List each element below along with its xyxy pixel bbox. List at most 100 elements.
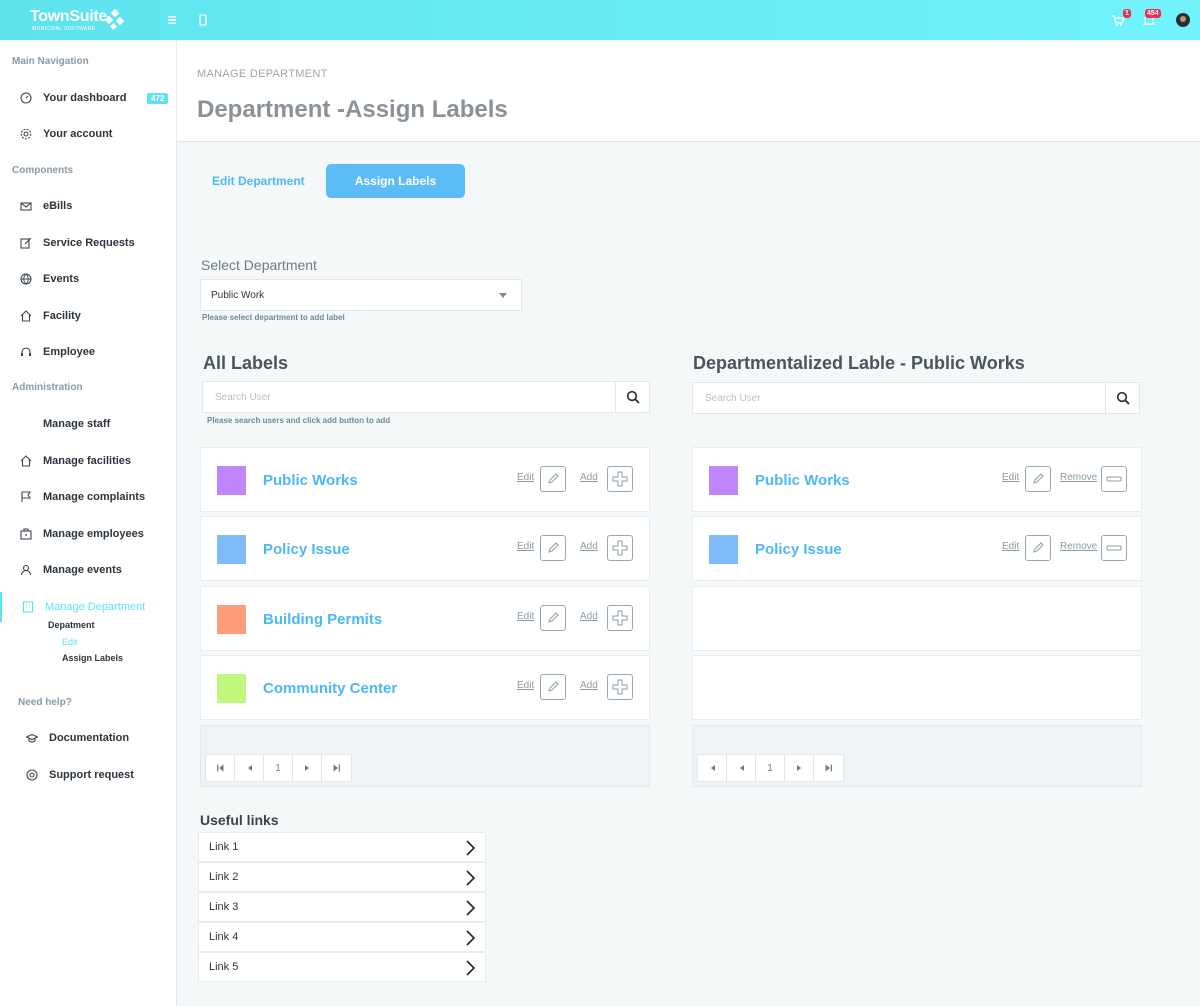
label-card: Policy Issue Edit Remove — [692, 516, 1142, 581]
sidebar-item-label: Manage events — [43, 564, 122, 576]
sidebar-item-label: Manage facilities — [43, 455, 132, 467]
sidebar-item-manage-events[interactable]: Manage events — [0, 555, 176, 585]
sidebar-subitem-edit[interactable]: Edit — [62, 637, 78, 647]
search-placeholder: Search User — [705, 393, 761, 404]
first-page-icon[interactable] — [698, 755, 727, 781]
home-icon — [20, 310, 32, 322]
sidebar-item-account[interactable]: Your account — [0, 119, 176, 149]
sidebar-item-label: Your dashboard — [43, 92, 127, 104]
empty-list-slot — [692, 586, 1142, 651]
edit-link[interactable]: Edit — [517, 541, 534, 552]
prev-page-icon[interactable] — [727, 755, 756, 781]
sidebar-item-dashboard[interactable]: Your dashboard 472 — [0, 83, 176, 113]
useful-link-row[interactable]: Link 1 — [198, 832, 486, 862]
empty-list-slot — [692, 655, 1142, 720]
add-link[interactable]: Add — [580, 541, 598, 552]
pencil-icon[interactable] — [540, 674, 566, 700]
edit-link[interactable]: Edit — [517, 680, 534, 691]
minus-icon[interactable] — [1101, 535, 1127, 561]
section-main-navigation: Main Navigation — [12, 56, 89, 67]
edit-link[interactable]: Edit — [517, 472, 534, 483]
next-page-icon[interactable] — [293, 755, 322, 781]
all-labels-search-input[interactable]: Search User — [202, 381, 650, 413]
user-avatar[interactable] — [1176, 13, 1190, 27]
page-number[interactable]: 1 — [264, 755, 293, 781]
sidebar-item-manage-department[interactable]: Manage Department — [0, 592, 176, 622]
useful-link-row[interactable]: Link 2 — [198, 862, 486, 892]
sidebar-item-manage-employees[interactable]: Manage employees — [0, 519, 176, 549]
tab-assign-labels[interactable]: Assign Labels — [326, 164, 465, 198]
expand-panel-icon[interactable] — [195, 12, 211, 28]
dept-labels-pagination-area: 1 — [692, 725, 1142, 787]
all-labels-hint: Please search users and click add button… — [207, 416, 391, 425]
sidebar-item-label: Your account — [43, 128, 113, 140]
logo-name: TownSuite — [30, 8, 107, 25]
sidebar: Main Navigation Your dashboard 472 Your … — [0, 40, 177, 1006]
edit-link[interactable]: Edit — [517, 611, 534, 622]
sidebar-item-facility[interactable]: Facility — [0, 301, 176, 331]
sidebar-item-manage-staff[interactable]: Manage staff — [0, 409, 176, 439]
dept-labels-search-input[interactable]: Search User — [692, 382, 1140, 414]
prev-page-icon[interactable] — [235, 755, 264, 781]
edit-icon — [20, 237, 32, 249]
tab-edit-department[interactable]: Edit Department — [212, 174, 305, 188]
graduation-cap-icon — [26, 732, 38, 744]
sidebar-item-label: Documentation — [49, 732, 130, 744]
first-page-icon[interactable] — [206, 755, 235, 781]
plus-icon[interactable] — [607, 535, 633, 561]
useful-link-row[interactable]: Link 3 — [198, 892, 486, 922]
edit-link[interactable]: Edit — [1002, 472, 1019, 483]
add-link[interactable]: Add — [580, 680, 598, 691]
sidebar-item-ebills[interactable]: eBills — [0, 191, 176, 221]
page-number[interactable]: 1 — [756, 755, 785, 781]
label-card: Building Permits Edit Add — [200, 586, 650, 651]
sidebar-item-label: Manage employees — [43, 528, 144, 540]
chevron-right-icon — [465, 839, 477, 857]
label-name: Public Works — [755, 472, 850, 489]
plus-icon[interactable] — [607, 466, 633, 492]
minus-icon[interactable] — [1101, 466, 1127, 492]
all-labels-pagination-area: 1 — [200, 725, 650, 787]
search-icon[interactable] — [1105, 383, 1139, 413]
label-name: Building Permits — [263, 611, 383, 628]
label-card: Public Works Edit Add — [200, 447, 650, 512]
add-link[interactable]: Add — [580, 611, 598, 622]
sidebar-subitem-department[interactable]: Depatment — [48, 620, 95, 630]
sidebar-item-employee[interactable]: Employee — [0, 337, 176, 367]
add-link[interactable]: Add — [580, 472, 598, 483]
sidebar-item-manage-facilities[interactable]: Manage facilities — [0, 446, 176, 476]
building-icon — [22, 601, 34, 613]
sidebar-item-support-request[interactable]: Support request — [0, 760, 176, 790]
menu-toggle-icon[interactable] — [164, 12, 180, 28]
remove-link[interactable]: Remove — [1060, 472, 1097, 483]
pencil-icon[interactable] — [1025, 535, 1051, 561]
last-page-icon[interactable] — [322, 755, 351, 781]
remove-link[interactable]: Remove — [1060, 541, 1097, 552]
last-page-icon[interactable] — [814, 755, 843, 781]
department-select[interactable]: Public Work — [200, 279, 522, 311]
sidebar-subitem-assign-labels[interactable]: Assign Labels — [62, 653, 123, 663]
plus-icon[interactable] — [607, 605, 633, 631]
search-icon[interactable] — [615, 382, 649, 412]
useful-link-row[interactable]: Link 4 — [198, 922, 486, 952]
sidebar-item-manage-complaints[interactable]: Manage complaints — [0, 482, 176, 512]
pencil-icon[interactable] — [1025, 466, 1051, 492]
sidebar-item-events[interactable]: Events — [0, 264, 176, 294]
useful-link-label: Link 1 — [209, 841, 239, 853]
plus-icon[interactable] — [607, 674, 633, 700]
sidebar-item-label: Facility — [43, 310, 81, 322]
section-need-help: Need help? — [18, 697, 72, 708]
sidebar-item-label: Service Requests — [43, 237, 135, 249]
pencil-icon[interactable] — [540, 605, 566, 631]
caret-down-icon — [499, 293, 507, 298]
department-select-value: Public Work — [211, 290, 265, 301]
sidebar-item-documentation[interactable]: Documentation — [0, 723, 176, 753]
pencil-icon[interactable] — [540, 466, 566, 492]
pencil-icon[interactable] — [540, 535, 566, 561]
edit-link[interactable]: Edit — [1002, 541, 1019, 552]
next-page-icon[interactable] — [785, 755, 814, 781]
useful-link-row[interactable]: Link 5 — [198, 952, 486, 982]
sidebar-item-service-requests[interactable]: Service Requests — [0, 228, 176, 258]
townsuite-logo[interactable]: TownSuite MUNICIPAL SOFTWARE — [30, 8, 130, 34]
dashboard-count-badge: 472 — [147, 92, 169, 104]
